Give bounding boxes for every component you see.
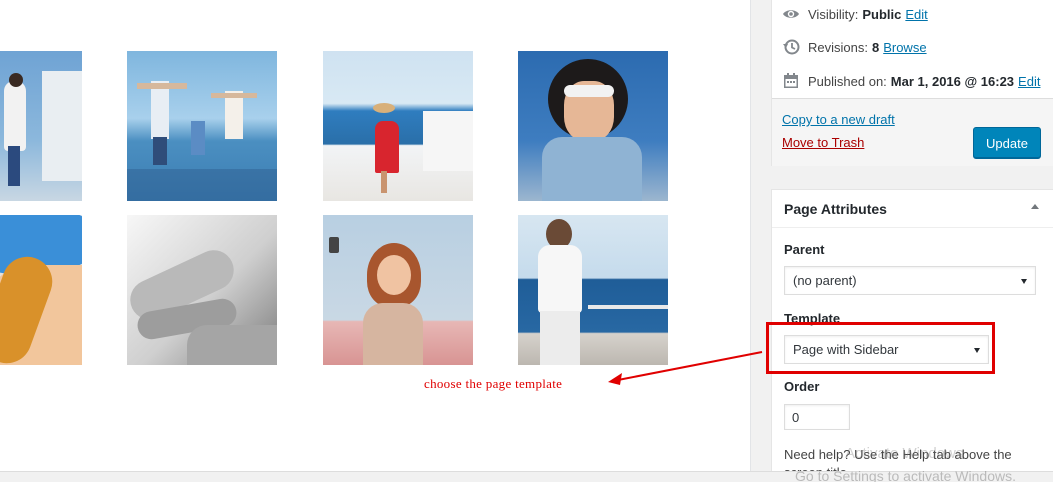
parent-select-value: (no parent) xyxy=(793,273,857,288)
revisions-browse-link[interactable]: Browse xyxy=(883,40,926,55)
published-row: Published on: Mar 1, 2016 @ 16:23 Edit xyxy=(782,72,1040,90)
collapse-arrow-icon[interactable] xyxy=(1031,204,1039,209)
watermark-settings: Go to Settings to activate Windows. xyxy=(795,468,1016,482)
gallery-image-woman-red-dress[interactable] xyxy=(323,51,473,201)
visibility-row: Visibility: Public Edit xyxy=(782,5,928,23)
gallery-image-woman-selfie[interactable] xyxy=(323,215,473,365)
gallery-image-woman-sunglasses[interactable] xyxy=(518,51,668,201)
move-to-trash-link[interactable]: Move to Trash xyxy=(782,135,864,150)
editor-content-area: choose the page template xyxy=(0,0,750,482)
gallery-image-family-beach[interactable] xyxy=(127,51,277,201)
dropdown-arrow-icon xyxy=(1021,279,1027,284)
copy-to-draft-link[interactable]: Copy to a new draft xyxy=(782,112,895,127)
publish-actions: Copy to a new draft Move to Trash Update xyxy=(772,98,1053,166)
publish-box: Visibility: Public Edit Revisions: 8 Bro… xyxy=(771,0,1053,166)
calendar-icon xyxy=(782,72,800,90)
order-input[interactable] xyxy=(784,404,850,430)
revisions-label: Revisions: xyxy=(808,39,868,55)
eye-icon xyxy=(782,5,800,23)
published-edit-link[interactable]: Edit xyxy=(1018,74,1040,89)
watermark-activate: Activate Windows xyxy=(845,445,964,462)
annotation-label: choose the page template xyxy=(424,376,563,391)
page-attributes-title: Page Attributes xyxy=(784,201,887,217)
visibility-value: Public xyxy=(862,6,902,22)
editor-sidebar: Visibility: Public Edit Revisions: 8 Bro… xyxy=(750,0,1053,482)
gallery-image-bw-hands[interactable] xyxy=(127,215,277,365)
visibility-label: Visibility: xyxy=(808,6,859,22)
update-button[interactable]: Update xyxy=(973,127,1041,159)
parent-select[interactable]: (no parent) xyxy=(784,266,1036,295)
revisions-row: Revisions: 8 Browse xyxy=(782,38,927,56)
gallery-image-living-room-woman[interactable] xyxy=(0,51,82,201)
annotation-highlight-box xyxy=(766,322,995,374)
revisions-count: 8 xyxy=(871,39,880,55)
history-icon xyxy=(782,38,800,56)
gallery-image-blue-hat[interactable] xyxy=(0,215,82,365)
gallery-image-man-white-shirt[interactable] xyxy=(518,215,668,365)
parent-label: Parent xyxy=(784,242,825,257)
order-label: Order xyxy=(784,379,820,394)
page-attributes-header[interactable]: Page Attributes xyxy=(772,190,1053,228)
published-label: Published on: xyxy=(808,73,887,89)
visibility-edit-link[interactable]: Edit xyxy=(905,7,927,22)
published-date: Mar 1, 2016 @ 16:23 xyxy=(890,73,1015,89)
